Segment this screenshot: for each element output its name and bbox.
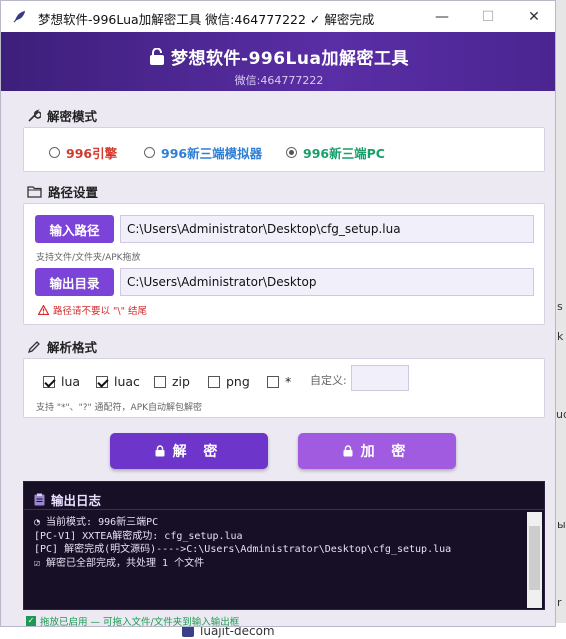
app-header: 梦想软件-996Lua加解密工具 微信:464777222	[1, 32, 555, 91]
background-fragment: ud	[556, 408, 566, 421]
mode-section-heading: 解密模式	[27, 106, 97, 125]
output-log-panel: 输出日志 ◔ 当前模式: 996新三端PC [PC-V1] XXTEA解密成功:…	[23, 481, 545, 610]
checkbox-label: luac	[114, 374, 140, 389]
checkbox-label: png	[226, 374, 250, 389]
input-path-hint: 支持文件/文件夹/APK拖放	[36, 253, 141, 263]
maximize-icon: ☐	[481, 8, 495, 25]
mode-section-title: 解密模式	[47, 109, 98, 124]
output-dir-field[interactable]: C:\Users\Administrator\Desktop	[120, 268, 534, 296]
radio-996-engine[interactable]: 996引擎	[49, 143, 117, 162]
background-window-edge-right: s k ud ы r	[556, 0, 566, 639]
app-title: 梦想软件-996Lua加解密工具	[171, 49, 409, 69]
input-path-button[interactable]: 输入路径	[35, 215, 114, 243]
background-fragment: r	[557, 596, 562, 609]
close-icon: ✕	[528, 8, 540, 25]
log-scrollbar-thumb[interactable]	[529, 526, 540, 590]
custom-format-input[interactable]	[351, 365, 409, 391]
window-title: 梦想软件-996Lua加解密工具 微信:464777222 ✓ 解密完成	[38, 12, 375, 27]
log-text-area[interactable]: ◔ 当前模式: 996新三端PC [PC-V1] XXTEA解密成功: cfg_…	[34, 516, 524, 570]
pencil-icon	[27, 340, 40, 353]
radio-996-pc[interactable]: 996新三端PC	[286, 143, 385, 162]
close-button[interactable]: ✕	[511, 1, 555, 32]
checkbox-box[interactable]	[43, 375, 55, 388]
checkbox-box[interactable]	[154, 375, 166, 388]
background-fragment: k	[557, 330, 564, 343]
status-text: 拖放已启用 — 可拖入文件/文件夹到输入输出框	[40, 617, 240, 627]
checkbox-box[interactable]	[267, 375, 279, 388]
radio-dot-selected[interactable]	[286, 147, 297, 158]
minimize-icon: —	[435, 8, 449, 25]
checkbox-label: *	[285, 374, 292, 389]
log-line: [PC-V1] XXTEA解密成功: cfg_setup.lua	[34, 530, 243, 542]
checkbox-box[interactable]	[96, 375, 108, 388]
header-title-row: 梦想软件-996Lua加解密工具	[1, 44, 555, 71]
format-section-title: 解析格式	[47, 340, 98, 355]
feather-icon	[13, 10, 26, 23]
radio-label: 996新三端模拟器	[161, 146, 263, 161]
minimize-button[interactable]: —	[419, 1, 465, 32]
log-title: 输出日志	[51, 493, 102, 508]
path-warning-text: 路径请不要以 "\" 结尾	[53, 306, 147, 317]
radio-996-emulator[interactable]: 996新三端模拟器	[144, 143, 262, 162]
background-fragment: s	[557, 300, 563, 313]
check-icon: ✓	[26, 616, 36, 626]
radio-label: 996引擎	[66, 146, 118, 161]
log-divider	[24, 509, 544, 510]
format-section-heading: 解析格式	[27, 337, 97, 356]
checkbox-label: zip	[172, 374, 190, 389]
radio-dot[interactable]	[144, 147, 155, 158]
input-path-field[interactable]: C:\Users\Administrator\Desktop\cfg_setup…	[120, 215, 534, 243]
format-panel: lua luac zip png * 自定义: 支持 "*"、"?" 通配符，A…	[23, 358, 545, 418]
wrench-icon	[28, 108, 41, 122]
path-section-heading: 路径设置	[27, 182, 98, 201]
folder-icon	[27, 186, 42, 198]
radio-label: 996新三端PC	[303, 146, 385, 161]
format-hint: 支持 "*"、"?" 通配符，APK自动解包解密	[36, 403, 203, 413]
app-subtitle: 微信:464777222	[234, 74, 324, 87]
path-warning: 路径请不要以 "\" 结尾	[38, 303, 147, 317]
background-fragment: ы	[557, 518, 566, 531]
checkbox-zip[interactable]: zip	[154, 374, 190, 389]
maximize-button[interactable]: ☐	[465, 1, 511, 32]
log-line: [PC] 解密完成(明文源码)---->C:\Users\Administrat…	[34, 544, 452, 555]
custom-format-label: 自定义:	[310, 374, 347, 387]
checkbox-label: lua	[61, 374, 81, 389]
checkbox-wildcard[interactable]: *	[267, 374, 291, 389]
log-line: ◔ 当前模式: 996新三端PC	[34, 517, 159, 528]
radio-dot[interactable]	[49, 147, 60, 158]
checkbox-luac[interactable]: luac	[96, 374, 140, 389]
decrypt-button[interactable]: 解 密	[110, 433, 268, 469]
encrypt-label: 加 密	[360, 444, 412, 460]
title-bar[interactable]: 梦想软件-996Lua加解密工具 微信:464777222 ✓ 解密完成 — ☐…	[1, 1, 555, 32]
checkbox-png[interactable]: png	[208, 374, 250, 389]
app-window: 梦想软件-996Lua加解密工具 微信:464777222 ✓ 解密完成 — ☐…	[0, 0, 556, 627]
path-panel: 输入路径 C:\Users\Administrator\Desktop\cfg_…	[23, 203, 545, 325]
log-line: ☑ 解密已全部完成，共处理 1 个文件	[34, 557, 205, 569]
encrypt-button[interactable]: 加 密	[298, 433, 456, 469]
warning-icon	[38, 305, 49, 315]
lock-icon	[155, 445, 165, 457]
log-scrollbar[interactable]	[527, 512, 542, 608]
checkbox-lua[interactable]: lua	[43, 374, 80, 389]
output-dir-button[interactable]: 输出目录	[35, 268, 114, 296]
status-bar: ✓ 拖放已启用 — 可拖入文件/文件夹到输入输出框	[26, 614, 240, 627]
log-heading: 输出日志	[34, 490, 101, 509]
path-section-title: 路径设置	[48, 185, 99, 200]
lock-icon	[149, 47, 165, 71]
clipboard-icon	[34, 493, 45, 506]
lock-icon	[343, 445, 353, 457]
mode-panel: 996引擎 996新三端模拟器 996新三端PC	[23, 127, 545, 172]
decrypt-label: 解 密	[172, 444, 224, 460]
checkbox-box[interactable]	[208, 375, 220, 388]
